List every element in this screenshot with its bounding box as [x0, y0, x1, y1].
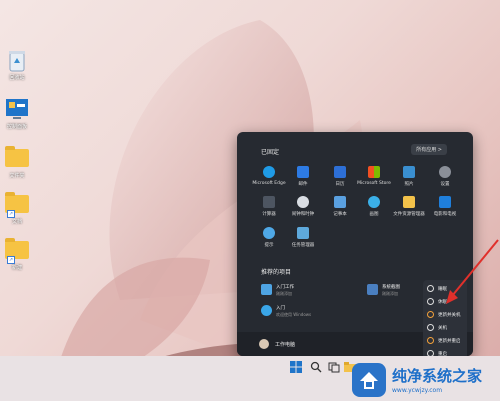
avatar [259, 339, 269, 349]
windows-start-icon[interactable] [290, 358, 302, 373]
recommended-item[interactable]: 入门工作 刚刚添加 [261, 284, 294, 297]
recommended-item[interactable]: 系统截图 刚刚添加 [367, 284, 400, 297]
pinned-app-label: 照片 [404, 182, 414, 187]
clock-icon [297, 196, 309, 208]
pinned-app-label: 闹钟和时钟 [291, 212, 315, 217]
recommended-item-title: 入门 [276, 306, 285, 311]
all-apps-button[interactable]: 所有应用 > [411, 144, 447, 155]
pinned-app-label: 电影和电视 [433, 212, 457, 217]
recycle-bin-icon [5, 48, 29, 72]
windows-get-started-icon [261, 305, 272, 316]
pinned-app-tips[interactable]: 提示 [251, 227, 287, 248]
pinned-app-task-manager[interactable]: 任务管理器 [285, 227, 321, 248]
desktop-icon-recycle-bin[interactable]: 回收站 [2, 48, 32, 81]
watermark-logo-icon [352, 362, 386, 397]
pinned-app-paint[interactable]: 画图 [356, 196, 392, 217]
desktop-icon-new[interactable]: ↗ 新建 [2, 238, 32, 271]
store-icon [368, 166, 380, 178]
pinned-app-movies-tv[interactable]: 电影和电视 [427, 196, 463, 217]
power-menu-item-update-restart[interactable]: 更新并重启 [427, 337, 461, 344]
calendar-icon [334, 166, 346, 178]
pinned-app-label: 日历 [335, 182, 345, 187]
pinned-app-label: 计算器 [262, 212, 276, 217]
folder-shortcut-icon: ↗ [5, 192, 29, 218]
pinned-app-label: 画图 [369, 212, 379, 217]
folder-icon [5, 146, 29, 170]
document-icon [261, 284, 272, 295]
recommended-item-title: 系统截图 [382, 285, 400, 290]
desktop-icon-label: 文档 [11, 219, 22, 225]
task-view-icon[interactable] [328, 358, 340, 373]
edge-icon [263, 166, 275, 178]
pinned-app-label: 提示 [264, 243, 274, 248]
recommended-item-title: 入门工作 [276, 285, 294, 290]
desktop-icon-label: 新建 [11, 265, 22, 271]
image-icon [367, 284, 378, 295]
pinned-app-calendar[interactable]: 日历 [322, 166, 358, 187]
recommended-item[interactable]: 入门 欢迎使用 Windows [261, 305, 311, 318]
pinned-section-title: 已固定 [261, 149, 280, 156]
tips-icon [263, 227, 275, 239]
calculator-icon [263, 196, 275, 208]
pinned-app-store[interactable]: Microsoft Store [356, 166, 392, 186]
pinned-app-label: Microsoft Store [357, 181, 391, 186]
search-icon[interactable] [310, 358, 322, 373]
pinned-app-label: 设置 [440, 182, 450, 187]
paint-icon [368, 196, 380, 208]
recommended-section-title: 推荐的项目 [261, 269, 292, 276]
pinned-app-label: 记事本 [333, 212, 347, 217]
power-menu-item-label: 关机 [438, 325, 447, 331]
gear-icon [439, 166, 451, 178]
power-menu-item-shutdown[interactable]: 关机 [427, 324, 447, 331]
watermark-url: www.ycwjzy.com [392, 387, 443, 394]
power-menu-item-label: 更新并重启 [438, 338, 461, 344]
control-panel-icon [5, 97, 29, 121]
pointer-arrow [446, 239, 499, 304]
desktop-icon-control-panel[interactable]: 控制面板 [2, 97, 32, 130]
pinned-app-calculator[interactable]: 计算器 [251, 196, 287, 217]
watermark-brand: 纯净系统之家 [392, 367, 483, 385]
task-manager-icon [297, 227, 309, 239]
pinned-app-label: 文件资源管理器 [393, 212, 425, 217]
desktop-icon-label: 文件夹 [9, 173, 25, 179]
folder-shortcut-icon: ↗ [5, 238, 29, 264]
recommended-item-subtitle: 欢迎使用 Windows [276, 312, 312, 317]
recommended-item-subtitle: 刚刚添加 [276, 291, 292, 296]
moon-icon [427, 285, 434, 292]
pinned-app-clock[interactable]: 闹钟和时钟 [285, 196, 321, 217]
desktop-icon-label: 回收站 [9, 75, 25, 81]
file-explorer-icon [403, 196, 415, 208]
pinned-app-settings[interactable]: 设置 [427, 166, 463, 187]
pinned-app-mail[interactable]: 邮件 [285, 166, 321, 187]
hibernate-icon [427, 298, 434, 305]
update-icon [427, 337, 434, 344]
pinned-app-label: 邮件 [298, 182, 308, 187]
recommended-item-subtitle: 刚刚添加 [382, 291, 398, 296]
movies-tv-icon [439, 196, 451, 208]
pinned-app-notepad[interactable]: 记事本 [322, 196, 358, 217]
desktop-icon-documents[interactable]: ↗ 文档 [2, 192, 32, 225]
desktop-icon-label: 控制面板 [6, 124, 27, 130]
pinned-app-edge[interactable]: Microsoft Edge [251, 166, 287, 186]
update-icon [427, 311, 434, 318]
desktop: 回收站 控制面板 文件夹 ↗ 文档 ↗ 新建 已固定 所有应用 > Micros… [0, 0, 500, 401]
watermark: 纯净系统之家 www.ycwjzy.com [352, 358, 500, 401]
pinned-app-photos[interactable]: 照片 [391, 166, 427, 187]
desktop-icon-folder[interactable]: 文件夹 [2, 146, 32, 179]
pinned-app-file-explorer[interactable]: 文件资源管理器 [391, 196, 427, 217]
user-account-button[interactable]: 工作电脑 [259, 339, 295, 349]
power-icon [427, 324, 434, 331]
notepad-icon [334, 196, 346, 208]
power-menu-item-label: 更新并关机 [438, 312, 461, 318]
power-menu-item-update-shutdown[interactable]: 更新并关机 [427, 311, 461, 318]
user-name: 工作电脑 [275, 341, 296, 348]
pinned-app-label: 任务管理器 [291, 243, 315, 248]
mail-icon [297, 166, 309, 178]
photos-icon [403, 166, 415, 178]
pinned-app-label: Microsoft Edge [252, 181, 286, 186]
